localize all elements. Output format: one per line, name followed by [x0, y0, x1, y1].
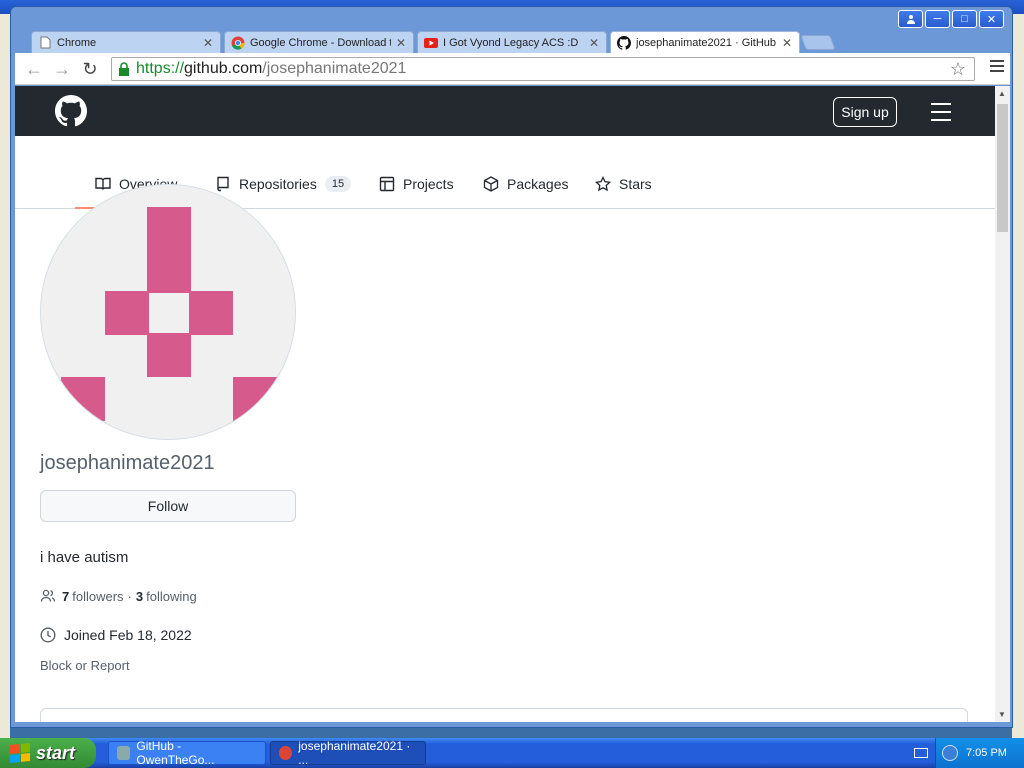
repo-icon [217, 176, 229, 192]
background-window-edge [0, 14, 10, 738]
background-window-edge-right [1012, 14, 1024, 738]
chrome-window: ─ □ ✕ Chrome ✕ Google Chrome - Download … [10, 6, 1013, 728]
system-tray: 7:05 PM [935, 738, 1024, 768]
page-viewport: Sign up Overview Repositories 15 Project… [15, 86, 995, 722]
tab-strip: Chrome ✕ Google Chrome - Download t ✕ I … [15, 29, 1005, 53]
sign-up-button[interactable]: Sign up [833, 97, 897, 127]
clock: 7:05 PM [966, 747, 1007, 759]
bookmark-star-icon[interactable]: ☆ [950, 59, 966, 80]
table-icon [379, 176, 395, 192]
window-controls: ─ □ ✕ [898, 10, 1004, 28]
people-icon [40, 589, 56, 602]
address-bar[interactable]: https://github.com/josephanimate2021 ☆ [111, 57, 975, 81]
url-host: github.com [184, 60, 263, 77]
taskbar: start GitHub - OwenTheGo... josephanimat… [0, 738, 1024, 768]
followers-count: 7 [62, 588, 70, 604]
url-path: /josephanimate2021 [262, 60, 407, 77]
maximize-button[interactable]: □ [952, 10, 977, 28]
github-header: Sign up [15, 86, 995, 136]
reload-icon[interactable]: ↻ [79, 59, 101, 79]
following-count: 3 [135, 588, 144, 604]
tab-close-icon[interactable]: ✕ [202, 37, 214, 49]
profile-bio: i have autism [40, 549, 129, 566]
tab-label: Projects [403, 176, 454, 192]
chrome-icon [231, 36, 245, 50]
app-icon [117, 746, 131, 760]
tray-back-icon[interactable] [942, 745, 958, 761]
avatar[interactable] [40, 184, 296, 440]
keyboard-icon[interactable] [914, 748, 928, 758]
scroll-up-icon[interactable]: ▲ [998, 89, 1006, 98]
scroll-down-icon[interactable]: ▼ [998, 710, 1006, 719]
browser-tab[interactable]: Chrome ✕ [31, 31, 221, 53]
github-icon [617, 35, 631, 50]
join-date: Joined Feb 18, 2022 [40, 627, 192, 643]
close-window-button[interactable]: ✕ [979, 10, 1004, 28]
browser-tab-active[interactable]: josephanimate2021 · GitHub ✕ [610, 31, 800, 53]
clock-icon [40, 627, 56, 643]
minimize-button[interactable]: ─ [925, 10, 950, 28]
chrome-menu-icon[interactable] [990, 60, 1004, 74]
user-profile-icon[interactable] [898, 10, 923, 28]
followers-link[interactable]: 7 followers [62, 589, 124, 604]
tab-projects[interactable]: Projects [379, 176, 454, 192]
taskbar-item-label: GitHub - OwenTheGo... [136, 739, 215, 767]
browser-tab[interactable]: Google Chrome - Download t ✕ [224, 31, 414, 53]
tab-close-icon[interactable]: ✕ [588, 37, 600, 49]
page-icon [38, 36, 52, 50]
taskbar-item-active[interactable]: josephanimate2021 · ... [270, 739, 426, 767]
following-link[interactable]: 3 following [136, 589, 197, 604]
profile-readme-box [40, 708, 968, 722]
block-or-report-link[interactable]: Block or Report [40, 658, 130, 673]
package-icon [483, 176, 499, 192]
tab-title: Google Chrome - Download t [250, 36, 391, 49]
profile-username: josephanimate2021 [40, 452, 215, 474]
avatar-pixel [233, 377, 277, 421]
avatar-pixel [147, 207, 191, 293]
followers-label: followers [72, 588, 124, 604]
youtube-icon [424, 36, 438, 50]
tab-label: Repositories [239, 176, 317, 192]
avatar-pixel [105, 291, 149, 335]
repository-count-badge: 15 [324, 176, 352, 192]
forward-arrow-icon[interactable]: → [51, 59, 73, 79]
star-icon [595, 176, 611, 192]
url-scheme: https:// [136, 60, 185, 77]
follow-button[interactable]: Follow [40, 490, 296, 522]
page-scrollbar[interactable]: ▲ ▼ [995, 86, 1010, 722]
tab-close-icon[interactable]: ✕ [781, 37, 793, 49]
tab-packages[interactable]: Packages [483, 176, 568, 192]
chrome-icon [279, 746, 293, 760]
tab-title: I Got Vyond Legacy ACS :D [443, 36, 579, 49]
lock-icon [119, 62, 129, 76]
browser-toolbar: ← → ↻ https://github.com/josephanimate20… [15, 53, 1010, 85]
avatar-pixel [61, 377, 105, 421]
join-date-text: Joined Feb 18, 2022 [64, 627, 192, 643]
tab-stars[interactable]: Stars [595, 176, 652, 192]
browser-tab[interactable]: I Got Vyond Legacy ACS :D ✕ [417, 31, 607, 53]
tab-title: josephanimate2021 · GitHub [636, 36, 777, 49]
tab-close-icon[interactable]: ✕ [395, 37, 407, 49]
windows-flag-icon [10, 742, 30, 764]
tab-repositories[interactable]: Repositories 15 [215, 176, 352, 192]
start-button[interactable]: start [0, 738, 96, 768]
avatar-pixel [147, 333, 191, 377]
tab-title: Chrome [57, 36, 97, 49]
start-label: start [36, 742, 76, 763]
following-label: following [146, 588, 197, 604]
tab-label: Stars [619, 176, 652, 192]
back-arrow-icon[interactable]: ← [23, 59, 45, 79]
github-logo-icon[interactable] [55, 95, 87, 127]
scrollbar-thumb[interactable] [997, 104, 1008, 232]
hamburger-menu-icon[interactable] [931, 103, 951, 121]
book-icon [95, 177, 111, 190]
follow-stats: 7 followers · 3 following [40, 588, 197, 604]
new-tab-button[interactable] [800, 35, 836, 50]
taskbar-item[interactable]: GitHub - OwenTheGo... [108, 739, 266, 767]
tab-label: Packages [507, 176, 569, 192]
separator-dot: · [127, 588, 132, 604]
taskbar-item-label: josephanimate2021 · ... [298, 739, 411, 767]
avatar-pixel [189, 291, 233, 335]
